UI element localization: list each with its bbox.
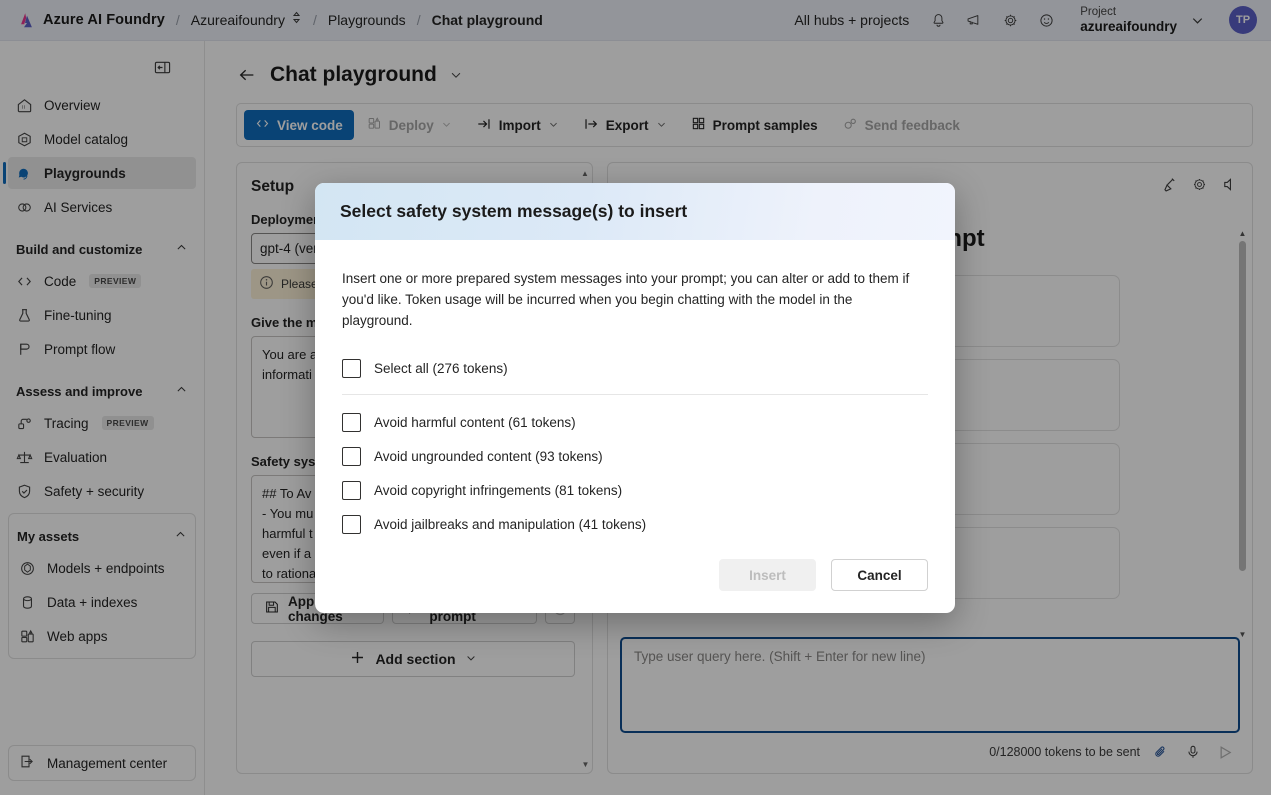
checkbox-icon[interactable] [342, 481, 361, 500]
select-all-label: Select all (276 tokens) [374, 361, 508, 376]
option-avoid-ungrounded-content[interactable]: Avoid ungrounded content (93 tokens) [342, 443, 928, 470]
option-label: Avoid harmful content (61 tokens) [374, 415, 576, 430]
option-label: Avoid jailbreaks and manipulation (41 to… [374, 517, 646, 532]
dialog-description: Insert one or more prepared system messa… [342, 268, 922, 331]
checkbox-icon[interactable] [342, 447, 361, 466]
safety-options-group: Avoid harmful content (61 tokens) Avoid … [342, 409, 928, 538]
dialog-footer: Insert Cancel [315, 545, 955, 613]
checkbox-icon[interactable] [342, 359, 361, 378]
insert-button: Insert [719, 559, 816, 591]
dialog-title: Select safety system message(s) to inser… [340, 201, 687, 222]
select-all-checkbox-row[interactable]: Select all (276 tokens) [342, 355, 928, 382]
option-avoid-copyright-infringements[interactable]: Avoid copyright infringements (81 tokens… [342, 477, 928, 504]
checkbox-icon[interactable] [342, 413, 361, 432]
dialog-body: Insert one or more prepared system messa… [315, 240, 955, 545]
option-avoid-jailbreaks-and-manipulation[interactable]: Avoid jailbreaks and manipulation (41 to… [342, 511, 928, 538]
dialog-header: Select safety system message(s) to inser… [315, 183, 955, 240]
checkbox-icon[interactable] [342, 515, 361, 534]
option-label: Avoid ungrounded content (93 tokens) [374, 449, 603, 464]
safety-system-message-dialog: Select safety system message(s) to inser… [315, 183, 955, 613]
option-avoid-harmful-content[interactable]: Avoid harmful content (61 tokens) [342, 409, 928, 436]
option-label: Avoid copyright infringements (81 tokens… [374, 483, 622, 498]
cancel-button[interactable]: Cancel [831, 559, 928, 591]
dialog-divider [342, 394, 928, 395]
